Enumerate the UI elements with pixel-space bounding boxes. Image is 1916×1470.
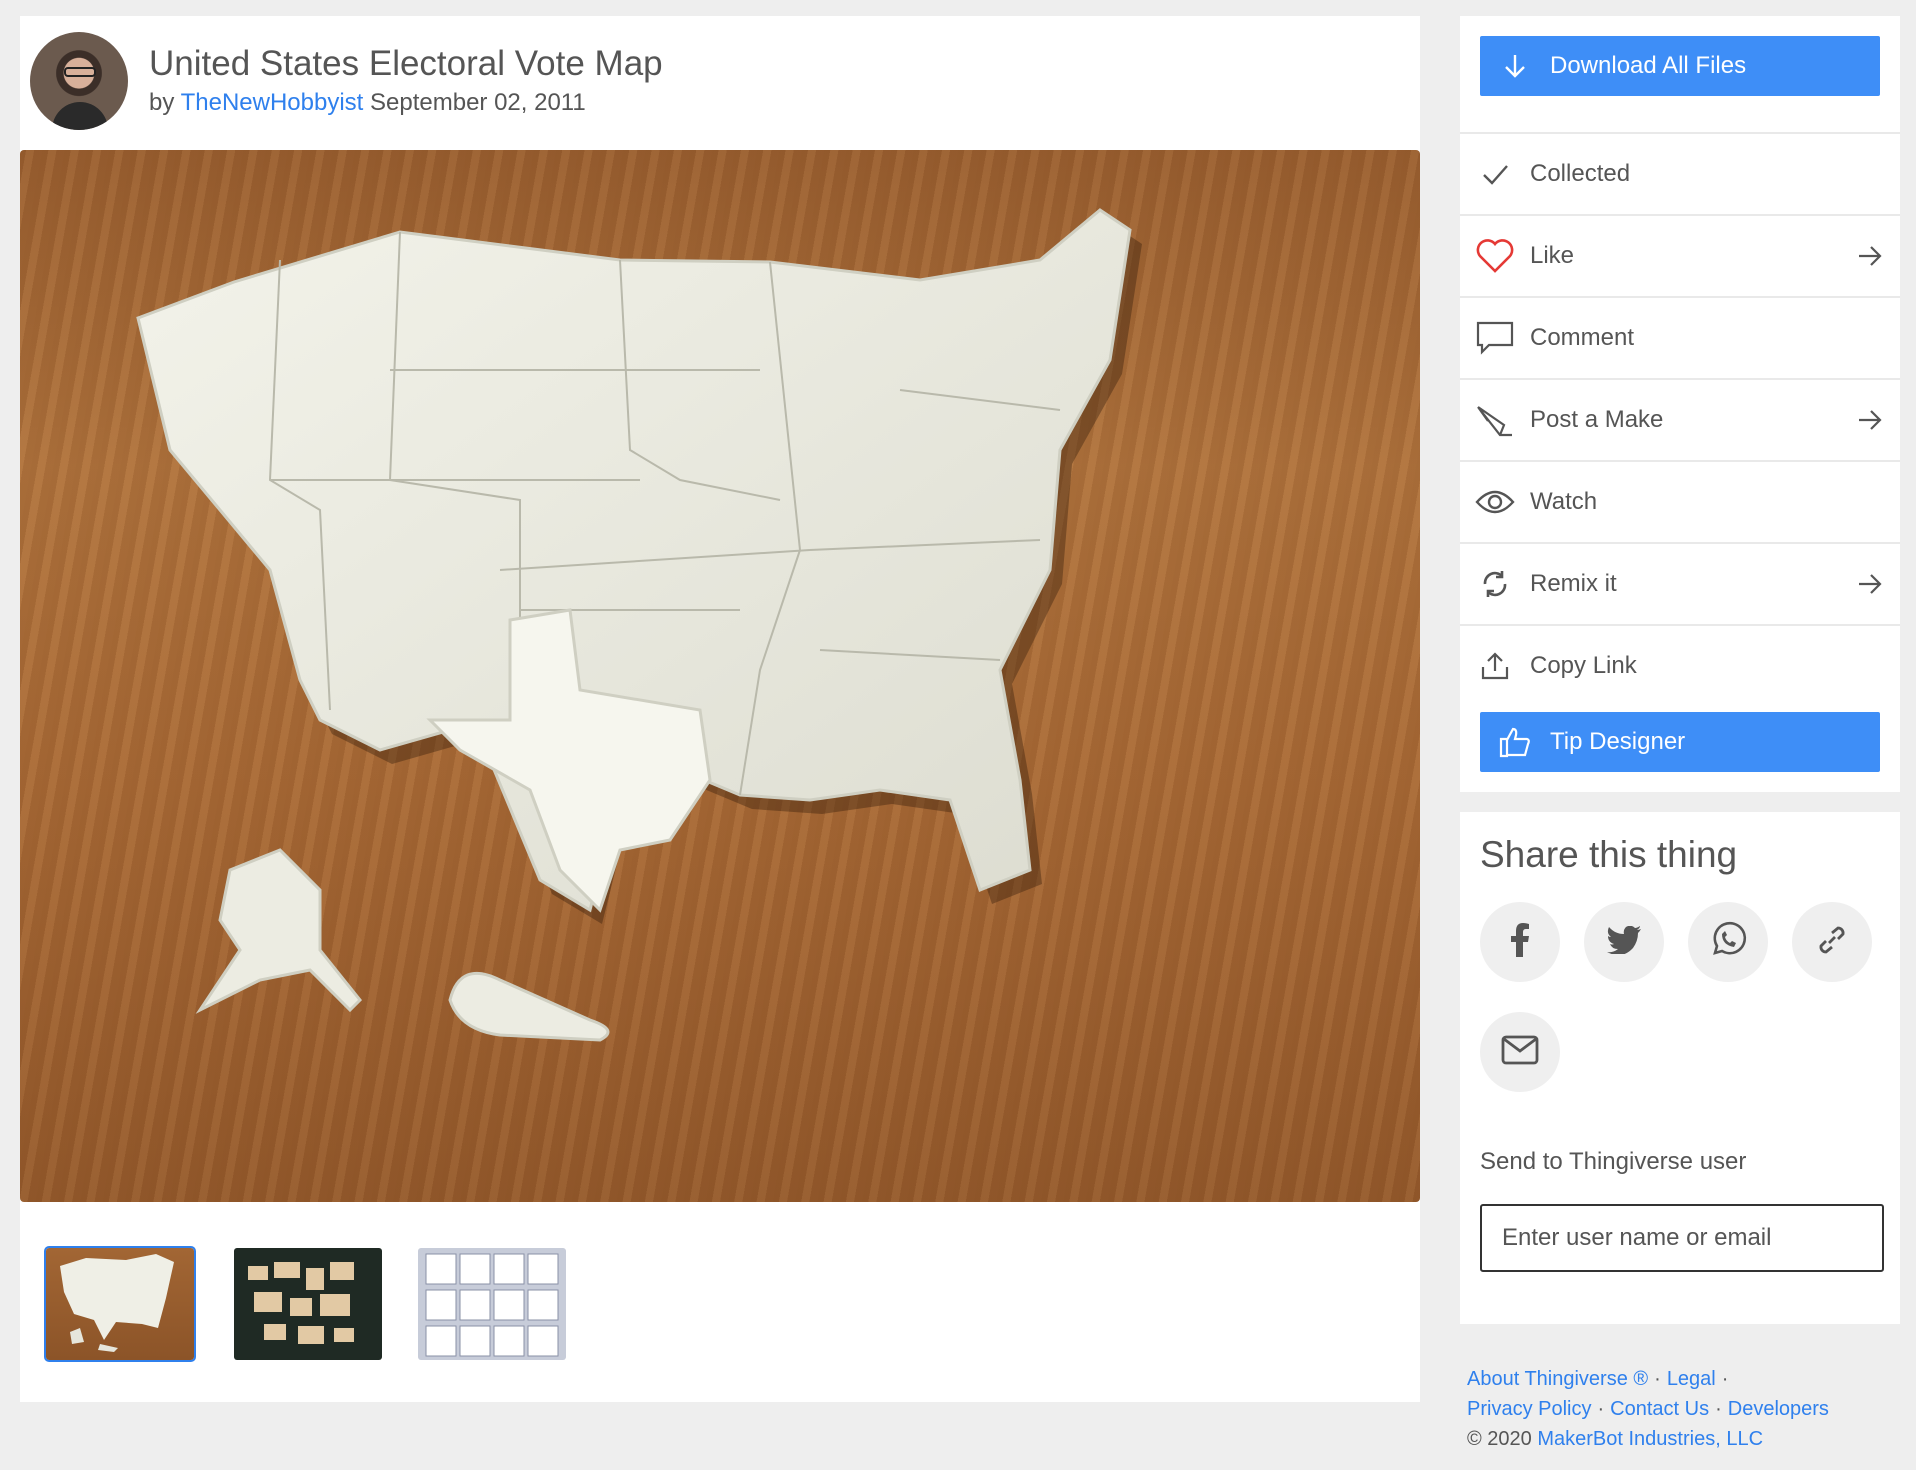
watch-label: Watch [1530, 488, 1598, 515]
eye-icon [1460, 488, 1530, 516]
user-search-input[interactable] [1480, 1204, 1884, 1272]
like-label: Like [1530, 242, 1575, 269]
remix-label: Remix it [1530, 570, 1617, 597]
pen-icon [1460, 399, 1530, 441]
thumbs-up-icon [1480, 725, 1550, 759]
thing-card: United States Electoral Vote Map by TheN… [20, 16, 1420, 1402]
collected-row[interactable]: Collected [1460, 132, 1900, 214]
avatar-shirt [52, 102, 108, 130]
footer-separator: · [1721, 1368, 1729, 1390]
tip-designer-label: Tip Designer [1550, 728, 1686, 755]
thing-header: United States Electoral Vote Map by TheN… [20, 16, 1420, 150]
download-all-label: Download All Files [1550, 52, 1747, 79]
footer-line-1: About Thingiverse ® · Legal · [1467, 1364, 1907, 1394]
developers-link[interactable]: Developers [1728, 1398, 1829, 1420]
facebook-share-button[interactable] [1480, 902, 1560, 982]
thumbnail-3[interactable] [418, 1248, 566, 1360]
hawaii-piece [448, 971, 610, 1042]
footer: About Thingiverse ® · Legal · Privacy Polic… [1467, 1364, 1907, 1454]
footer-line-2: Privacy Policy · Contact Us · Developers [1467, 1394, 1907, 1424]
thing-title: United States Electoral Vote Map [149, 44, 663, 83]
alaska-piece [195, 848, 363, 1014]
watch-row[interactable]: Watch [1460, 460, 1900, 542]
main-image[interactable] [20, 150, 1420, 1202]
comment-label: Comment [1530, 324, 1635, 351]
actions-panel: Download All Files Collected Like Commen… [1460, 16, 1900, 792]
whatsapp-share-button[interactable] [1688, 902, 1768, 982]
comment-row[interactable]: Comment [1460, 296, 1900, 378]
thumbnail-1[interactable] [44, 1246, 196, 1362]
contact-link[interactable]: Contact Us [1610, 1398, 1709, 1420]
check-icon [1460, 160, 1530, 188]
arrow-right-icon [1840, 242, 1900, 270]
us-map-model [136, 208, 1142, 1042]
twitter-share-button[interactable] [1584, 902, 1664, 982]
thumbnail-2[interactable] [234, 1248, 382, 1360]
download-arrow-icon [1480, 52, 1550, 80]
thumbnail-strip [20, 1202, 1420, 1402]
mail-icon [1501, 1035, 1539, 1070]
thumbnail-2-image [248, 1262, 354, 1344]
footer-line-3: © 2020 MakerBot Industries, LLC [1467, 1424, 1907, 1454]
upload-icon [1460, 651, 1530, 681]
arrow-right-icon [1840, 406, 1900, 434]
publish-date: September 02, 2011 [370, 89, 586, 116]
twitter-icon [1607, 925, 1641, 959]
copy-link-share-button[interactable] [1792, 902, 1872, 982]
footer-separator: · [1597, 1398, 1605, 1420]
byline: by TheNewHobbyist September 02, 2011 [149, 89, 586, 117]
privacy-link[interactable]: Privacy Policy [1467, 1398, 1591, 1420]
thumbnail-1-image [60, 1254, 174, 1352]
copyright-text: © 2020 [1467, 1428, 1532, 1450]
avatar-glasses [64, 67, 96, 77]
facebook-icon [1510, 922, 1530, 962]
link-icon [1814, 922, 1850, 963]
copy-link-row[interactable]: Copy Link [1460, 624, 1900, 706]
author-avatar[interactable] [30, 32, 128, 130]
share-panel: Share this thing Send to Thingiverse use… [1460, 812, 1900, 1324]
send-to-user-label: Send to Thingiverse user [1480, 1148, 1747, 1175]
email-share-button[interactable] [1480, 1012, 1560, 1092]
author-link[interactable]: TheNewHobbyist [181, 89, 364, 116]
post-make-row[interactable]: Post a Make [1460, 378, 1900, 460]
copy-link-label: Copy Link [1530, 652, 1637, 679]
like-row[interactable]: Like [1460, 214, 1900, 296]
share-heading: Share this thing [1480, 834, 1738, 875]
download-all-button[interactable]: Download All Files [1480, 36, 1880, 96]
footer-separator: · [1715, 1398, 1722, 1420]
comment-icon [1460, 320, 1530, 356]
collected-label: Collected [1530, 160, 1631, 187]
by-prefix: by [149, 89, 175, 116]
remix-icon [1460, 569, 1530, 599]
legal-link[interactable]: Legal [1667, 1368, 1716, 1390]
company-link[interactable]: MakerBot Industries, LLC [1537, 1428, 1763, 1450]
tip-designer-button[interactable]: Tip Designer [1480, 712, 1880, 772]
whatsapp-icon [1709, 921, 1747, 964]
thumbnail-3-image [425, 1253, 559, 1357]
heart-icon [1460, 238, 1530, 274]
footer-separator: · [1654, 1368, 1661, 1390]
post-make-label: Post a Make [1530, 406, 1664, 433]
remix-row[interactable]: Remix it [1460, 542, 1900, 624]
about-link[interactable]: About Thingiverse ® [1467, 1368, 1648, 1390]
arrow-right-icon [1840, 570, 1900, 598]
